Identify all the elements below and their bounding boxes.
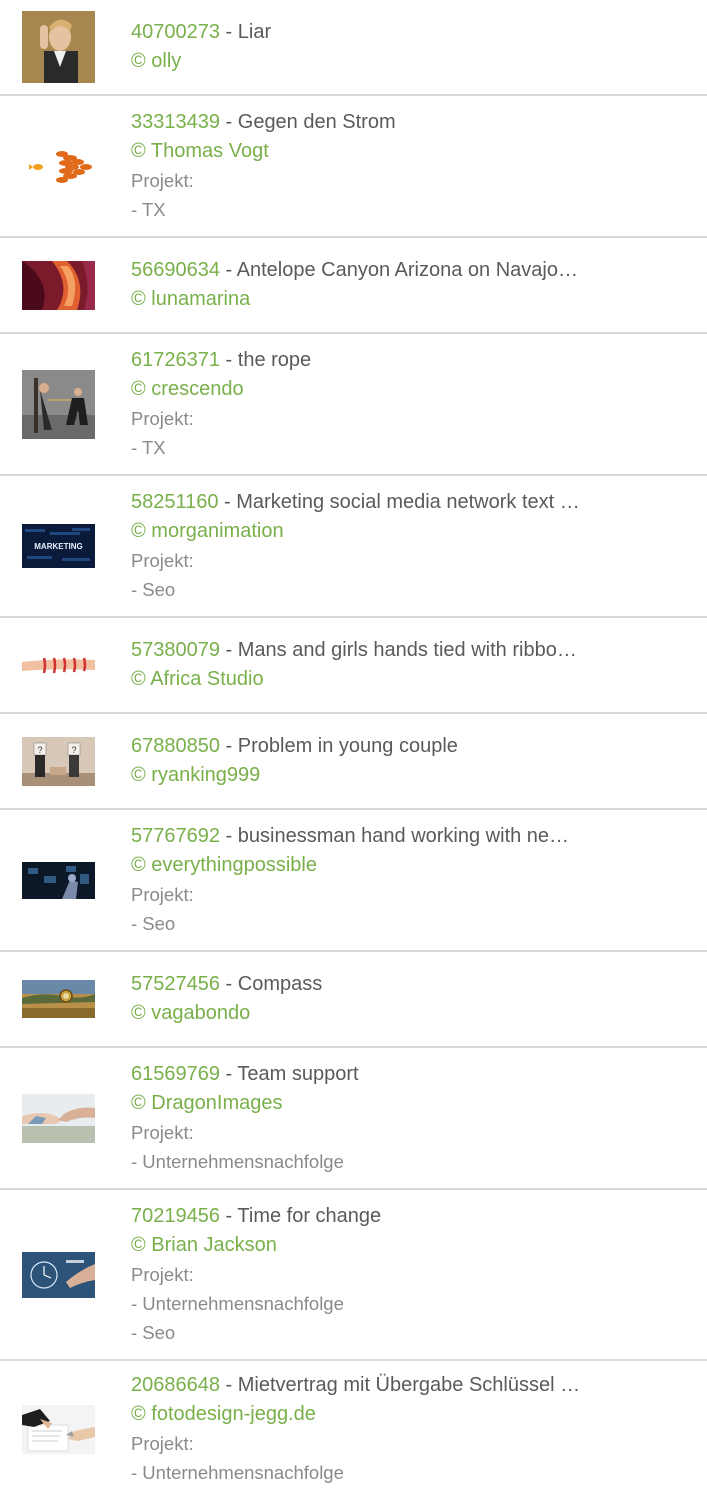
item-title: - Marketing social media network text … bbox=[218, 490, 580, 513]
item-title: - Problem in young couple bbox=[219, 734, 458, 757]
item-title: - Gegen den Strom bbox=[219, 110, 396, 133]
item-title: - Liar bbox=[219, 20, 272, 43]
thumbnail-image[interactable] bbox=[22, 1093, 95, 1143]
item-id[interactable]: 57767692 bbox=[131, 825, 220, 847]
list-item[interactable]: 33313439 - Gegen den Strom © Thomas Vogt… bbox=[0, 96, 707, 238]
project-name[interactable]: - TX bbox=[131, 433, 311, 462]
project-label: Projekt: bbox=[131, 407, 194, 429]
list-item[interactable]: 56690634 - Antelope Canyon Arizona on Na… bbox=[0, 238, 707, 334]
thumbnail-image[interactable] bbox=[22, 369, 95, 439]
list-item[interactable]: 57767692 - businessman hand working with… bbox=[0, 810, 707, 952]
list-item[interactable]: MARKETING 58251160 - Marketing social me… bbox=[0, 476, 707, 618]
item-title: - Team support bbox=[219, 1062, 359, 1085]
project-label: Projekt: bbox=[131, 169, 194, 191]
list-item[interactable]: 61726371 - the rope © crescendo Projekt:… bbox=[0, 334, 707, 476]
thumbnail-image[interactable]: MARKETING bbox=[22, 524, 95, 568]
project-label: Projekt: bbox=[131, 1263, 194, 1285]
item-author[interactable]: © Thomas Vogt bbox=[131, 137, 396, 166]
image-list: 40700273 - Liar © olly 33313439 - Gegen … bbox=[0, 0, 707, 1497]
thumbnail-image[interactable] bbox=[22, 980, 95, 1018]
project-label: Projekt: bbox=[131, 549, 194, 571]
project-label: Projekt: bbox=[131, 1432, 194, 1454]
thumbnail-image[interactable] bbox=[22, 1404, 95, 1454]
item-id[interactable]: 58251160 bbox=[131, 491, 219, 513]
item-id[interactable]: 40700273 bbox=[131, 21, 220, 43]
item-author[interactable]: © crescendo bbox=[131, 375, 311, 404]
item-id[interactable]: 57527456 bbox=[131, 973, 220, 995]
item-title: - Mietvertrag mit Übergabe Schlüssel … bbox=[219, 1373, 581, 1396]
item-title: - Mans and girls hands tied with ribbo… bbox=[219, 638, 577, 661]
list-item[interactable]: ? ? 67880850 - Problem in young couple ©… bbox=[0, 714, 707, 810]
item-author[interactable]: © DragonImages bbox=[131, 1089, 359, 1118]
item-author[interactable]: © morganimation bbox=[131, 517, 580, 546]
project-label: Projekt: bbox=[131, 1121, 194, 1143]
item-author[interactable]: © fotodesign-jegg.de bbox=[131, 1400, 580, 1429]
item-id[interactable]: 61569769 bbox=[131, 1063, 220, 1085]
list-item[interactable]: 20686648 - Mietvertrag mit Übergabe Schl… bbox=[0, 1361, 707, 1497]
item-id[interactable]: 57380079 bbox=[131, 639, 220, 661]
item-id[interactable]: 67880850 bbox=[131, 735, 220, 757]
item-title: - Time for change bbox=[219, 1204, 382, 1227]
item-author[interactable]: © ryanking999 bbox=[131, 761, 458, 790]
thumbnail-image[interactable]: ? ? bbox=[22, 736, 95, 786]
project-name[interactable]: - Unternehmensnachfolge bbox=[131, 1458, 580, 1487]
thumbnail-image[interactable] bbox=[22, 861, 95, 899]
item-id[interactable]: 61726371 bbox=[131, 349, 220, 371]
item-title: - businessman hand working with ne… bbox=[219, 824, 570, 847]
thumbnail-image[interactable] bbox=[22, 129, 95, 203]
item-id[interactable]: 56690634 bbox=[131, 259, 220, 281]
thumbnail-image[interactable] bbox=[22, 11, 95, 83]
project-name[interactable]: - Seo bbox=[131, 909, 569, 938]
list-item[interactable]: 40700273 - Liar © olly bbox=[0, 0, 707, 96]
item-id[interactable]: 20686648 bbox=[131, 1374, 220, 1396]
item-author[interactable]: © Brian Jackson bbox=[131, 1231, 381, 1260]
item-title: - the rope bbox=[219, 348, 312, 371]
item-id[interactable]: 33313439 bbox=[131, 111, 220, 133]
list-item[interactable]: 57527456 - Compass © vagabondo bbox=[0, 952, 707, 1048]
thumbnail-image[interactable] bbox=[22, 1251, 95, 1298]
item-author[interactable]: © lunamarina bbox=[131, 285, 578, 314]
svg-text:?: ? bbox=[71, 745, 76, 755]
list-item[interactable]: 70219456 - Time for change © Brian Jacks… bbox=[0, 1190, 707, 1361]
project-name[interactable]: - TX bbox=[131, 195, 396, 224]
item-author[interactable]: © everythingpossible bbox=[131, 851, 569, 880]
item-title: - Antelope Canyon Arizona on Navajo… bbox=[219, 258, 578, 281]
item-author[interactable]: © Africa Studio bbox=[131, 665, 577, 694]
project-label: Projekt: bbox=[131, 883, 194, 905]
item-author[interactable]: © olly bbox=[131, 47, 271, 76]
project-name[interactable]: - Seo bbox=[131, 1318, 381, 1347]
thumbnail-image[interactable] bbox=[22, 260, 95, 310]
list-item[interactable]: 57380079 - Mans and girls hands tied wit… bbox=[0, 618, 707, 714]
project-name[interactable]: - Seo bbox=[131, 575, 580, 604]
item-title: - Compass bbox=[219, 972, 323, 995]
project-name[interactable]: - Unternehmensnachfolge bbox=[131, 1147, 359, 1176]
item-id[interactable]: 70219456 bbox=[131, 1205, 220, 1227]
svg-text:?: ? bbox=[37, 745, 42, 755]
project-name[interactable]: - Unternehmensnachfolge bbox=[131, 1289, 381, 1318]
item-author[interactable]: © vagabondo bbox=[131, 999, 322, 1028]
thumb-marketing-text: MARKETING bbox=[34, 542, 82, 551]
list-item[interactable]: 61569769 - Team support © DragonImages P… bbox=[0, 1048, 707, 1190]
thumbnail-image[interactable] bbox=[22, 654, 95, 676]
